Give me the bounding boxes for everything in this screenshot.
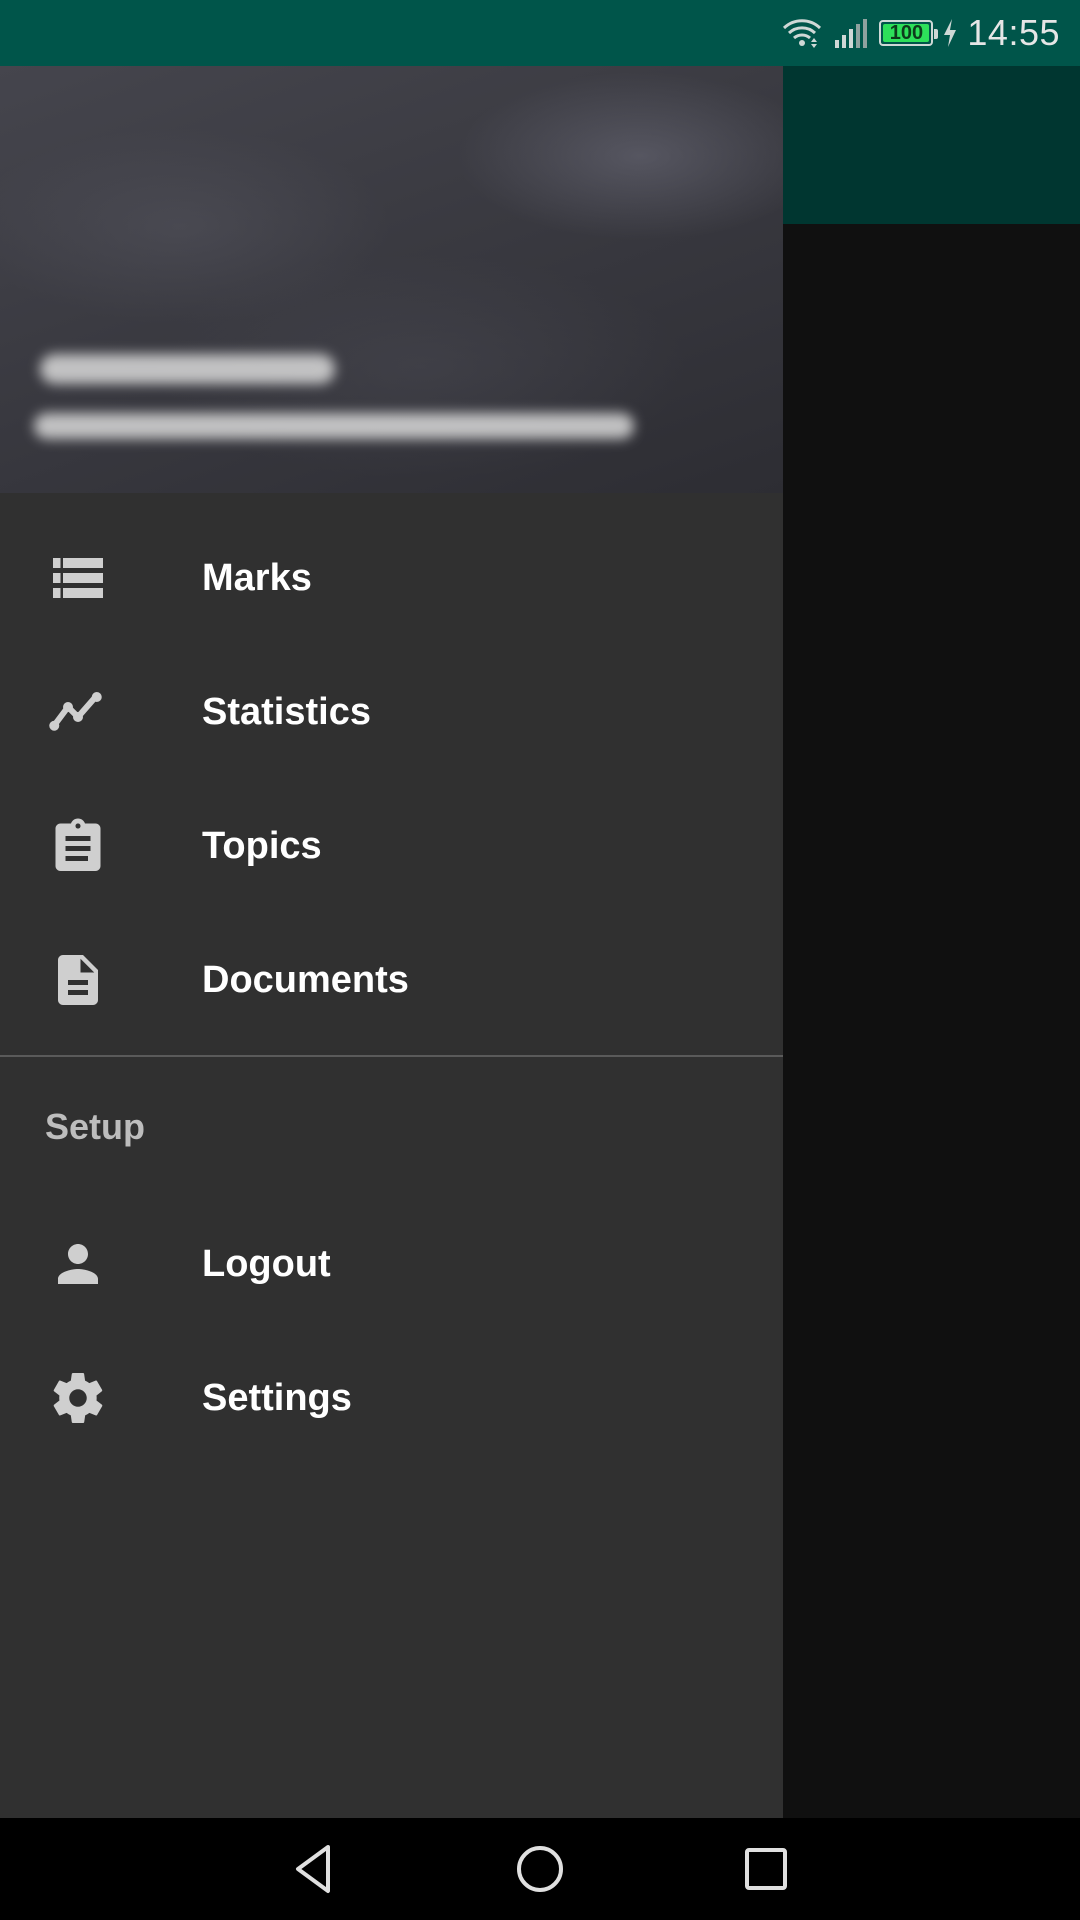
- gear-icon: [44, 1364, 112, 1432]
- drawer-item-logout[interactable]: Logout: [0, 1197, 783, 1331]
- drawer-item-label: Marks: [202, 556, 312, 599]
- navigation-drawer: Marks Statistics Topics Documents Setup …: [0, 66, 783, 1818]
- drawer-item-documents[interactable]: Documents: [0, 913, 783, 1047]
- back-icon: [296, 1845, 330, 1893]
- signal-icon: [835, 19, 868, 48]
- charging-icon: [944, 19, 957, 47]
- drawer-item-label: Topics: [202, 824, 322, 867]
- screen: ure 100: [0, 0, 1080, 1920]
- status-bar: 100 14:55: [0, 0, 1080, 66]
- drawer-item-label: Settings: [202, 1376, 352, 1419]
- list-icon: [44, 544, 112, 612]
- home-icon: [517, 1846, 563, 1892]
- recents-icon: [745, 1848, 787, 1890]
- drawer-item-topics[interactable]: Topics: [0, 779, 783, 913]
- battery-icon: 100: [879, 20, 939, 46]
- redacted-user-name: [40, 354, 335, 384]
- drawer-item-marks[interactable]: Marks: [0, 511, 783, 645]
- recents-button[interactable]: [728, 1831, 804, 1907]
- redacted-user-email: [34, 413, 634, 439]
- drawer-item-label: Logout: [202, 1242, 331, 1285]
- drawer-menu: Marks Statistics Topics Documents Setup …: [0, 493, 783, 1465]
- document-icon: [44, 946, 112, 1014]
- drawer-item-settings[interactable]: Settings: [0, 1331, 783, 1465]
- drawer-header[interactable]: [0, 66, 783, 493]
- drawer-item-label: Documents: [202, 958, 409, 1001]
- trend-line-icon: [44, 678, 112, 746]
- person-icon: [44, 1230, 112, 1298]
- wifi-icon: [783, 19, 822, 48]
- home-button[interactable]: [502, 1831, 578, 1907]
- back-button[interactable]: [276, 1831, 352, 1907]
- status-time: 14:55: [967, 12, 1060, 53]
- battery-level: 100: [889, 21, 924, 44]
- system-nav-bar: [0, 1818, 1080, 1920]
- drawer-item-label: Statistics: [202, 690, 371, 733]
- clipboard-icon: [44, 812, 112, 880]
- section-title-setup: Setup: [45, 1106, 146, 1147]
- drawer-item-statistics[interactable]: Statistics: [0, 645, 783, 779]
